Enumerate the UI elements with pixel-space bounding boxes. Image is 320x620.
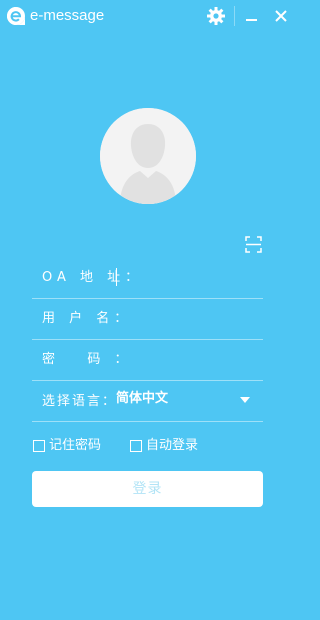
- app-title: e-message: [30, 7, 105, 24]
- checkbox-box: [33, 440, 45, 452]
- remember-password-label: 记住密码: [49, 438, 102, 453]
- login-button[interactable]: 登录: [32, 471, 263, 507]
- login-button-label: 登录: [132, 481, 163, 497]
- remember-password-checkbox[interactable]: 记住密码: [33, 437, 113, 455]
- checkbox-box: [130, 440, 142, 452]
- settings-button[interactable]: [206, 6, 226, 26]
- language-label: 选择语言：: [42, 394, 118, 409]
- minimize-button[interactable]: [243, 6, 261, 26]
- title-bar[interactable]: e-message: [0, 0, 297, 32]
- title-divider: [234, 6, 235, 26]
- close-icon: [271, 10, 291, 30]
- close-button[interactable]: [271, 6, 291, 26]
- user-silhouette-icon: [100, 108, 196, 204]
- username-row: 用 户 名：: [32, 299, 263, 340]
- avatar: [100, 108, 196, 204]
- chevron-down-icon: [240, 397, 250, 403]
- qr-scan-icon: [245, 236, 262, 257]
- password-row: 密 码 ：: [32, 340, 263, 381]
- oa-address-input[interactable]: [116, 266, 256, 288]
- login-window: e-message OA 地 址： 用 户 名： 密 码 ： 选择语言： 简体中…: [0, 0, 297, 620]
- language-value: 简体中文: [116, 391, 169, 406]
- text-cursor: [116, 268, 117, 286]
- language-select[interactable]: 简体中文: [116, 389, 256, 411]
- username-input[interactable]: [116, 307, 256, 329]
- auto-login-label: 自动登录: [146, 438, 199, 453]
- password-input[interactable]: [116, 348, 256, 370]
- gear-icon: [206, 7, 226, 30]
- auto-login-checkbox[interactable]: 自动登录: [130, 437, 210, 455]
- e-logo-icon: [6, 6, 26, 26]
- oa-address-row: OA 地 址：: [32, 258, 263, 299]
- language-row: 选择语言： 简体中文: [32, 381, 263, 422]
- scan-qr-button[interactable]: [245, 236, 262, 253]
